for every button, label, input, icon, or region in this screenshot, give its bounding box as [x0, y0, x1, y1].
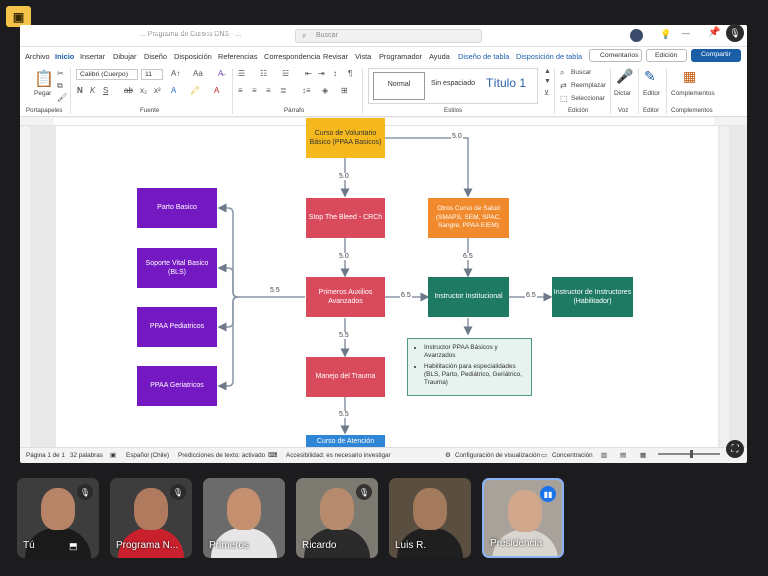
participant-name: Programa N...	[116, 540, 179, 551]
instructor-notes-box: Instructor PPAA Básicos y Avanzados Habi…	[407, 338, 532, 396]
node-primeros-auxilios[interactable]: Primeros Auxilios Avanzados	[306, 277, 385, 317]
participant-tile[interactable]: 🎙 Ricardo	[296, 478, 378, 558]
participant-name: Presidencia	[490, 538, 543, 549]
participant-tile[interactable]: 🎙 Programa N...	[110, 478, 192, 558]
web-layout-icon[interactable]: ▦	[640, 452, 646, 459]
status-page[interactable]: Página 1 de 1	[26, 452, 65, 459]
pin-icon[interactable]: 📌	[708, 27, 720, 38]
participant-face	[134, 488, 168, 530]
zoom-slider[interactable]	[658, 453, 720, 455]
node-curso-voluntario[interactable]: Curso de Voluntario Básico (PPAA Basicos…	[306, 118, 385, 158]
mic-off-icon[interactable]: 🎙	[726, 24, 744, 42]
read-mode-icon[interactable]: ▥	[601, 452, 607, 459]
print-layout-icon[interactable]: ▤	[620, 452, 626, 459]
note-item: Habilitación para especialidades (BLS, P…	[424, 363, 527, 388]
status-accessibility[interactable]: Accesibilidad: es necesario investigar	[286, 452, 391, 459]
participant-face	[508, 490, 542, 532]
zoom-slider-thumb[interactable]	[690, 450, 693, 458]
participant-face	[413, 488, 447, 530]
note-item: Instructor PPAA Básicos y Avanzados	[424, 344, 527, 361]
edge-label-trauma-atencion: 5.5	[338, 411, 350, 418]
node-ppaa-pediatricos[interactable]: PPAA Pediatricos	[137, 307, 217, 347]
participant-name: Tú	[23, 540, 35, 551]
fullscreen-icon[interactable]: ⛶	[726, 440, 744, 458]
participant-tile[interactable]: ▮▮ Presidencia	[482, 478, 564, 558]
diagram-connectors	[217, 137, 553, 435]
node-otros-cursos[interactable]: Otros Curso de Salud (SMAPS, SEM, SPAC, …	[428, 198, 509, 238]
display-settings-icon[interactable]: ⚙	[445, 452, 451, 459]
focus-icon[interactable]: ▭	[541, 452, 547, 459]
edge-label-primeros-trauma: 5.5	[338, 332, 350, 339]
participant-name: Ricardo	[302, 540, 337, 551]
edge-label-vol-stop: 5.0	[338, 173, 350, 180]
status-bar: Página 1 de 1 32 palabras ▣ Español (Chi…	[20, 447, 747, 461]
edge-label-instructor-instructores: 6.5	[525, 292, 537, 299]
status-words[interactable]: 32 palabras	[70, 452, 103, 459]
shared-screen: ... Programa de Cursos DNS - ... ⌕ Busca…	[20, 25, 747, 463]
edge-label-stop-primeros: 5.0	[338, 253, 350, 260]
edge-label-otros-instructor: 6.5	[462, 253, 474, 260]
node-soporte-vital[interactable]: Soporte Vital Basico (BLS)	[137, 248, 217, 288]
node-manejo-trauma[interactable]: Manejo del Trauma	[306, 357, 385, 397]
status-predictions[interactable]: Predicciones de texto: activado	[178, 452, 265, 459]
node-ppaa-geriatricos[interactable]: PPAA Geriatricos	[137, 366, 217, 406]
status-language[interactable]: Español (Chile)	[126, 452, 169, 459]
participant-name: Luis R.	[395, 540, 427, 551]
presenting-banner: Ricardo Cabrera está mostrando su pantal…	[28, 25, 244, 37]
participant-tile[interactable]: 🎙 Tú ⬒	[17, 478, 99, 558]
presenting-icon: ▣	[6, 6, 31, 27]
mic-off-icon: 🎙	[77, 484, 93, 500]
speaking-indicator-icon: ▮▮	[540, 486, 556, 502]
mic-off-icon: 🎙	[170, 484, 186, 500]
mic-off-icon: 🎙	[356, 484, 372, 500]
edge-label-primeros-left: 5.5	[269, 287, 281, 294]
edge-label-vol-otros: 5.0	[451, 133, 463, 140]
participant-face	[227, 488, 261, 530]
participant-tile[interactable]: Luis R.	[389, 478, 471, 558]
node-stop-the-bleed[interactable]: Stop The Bleed - CRCh	[306, 198, 385, 238]
edge-label-primeros-instructor: 6.5	[400, 292, 412, 299]
status-focus[interactable]: Concentración	[552, 452, 593, 459]
presenting-icon: ⬒	[69, 541, 78, 551]
participant-name: Primeros	[209, 540, 250, 551]
participant-tile[interactable]: Primeros	[203, 478, 285, 558]
node-instructor-instructores[interactable]: Instructor de Instructores (Habilitador)	[552, 277, 633, 317]
accessibility-icon[interactable]: ⌨	[268, 452, 277, 459]
node-parto-basico[interactable]: Parto Basico	[137, 188, 217, 228]
node-instructor-institucional[interactable]: Instructor Institucional	[428, 277, 509, 317]
participant-face	[320, 488, 354, 530]
node-curso-atencion[interactable]: Curso de Atención	[306, 435, 385, 447]
proofing-icon[interactable]: ▣	[110, 452, 116, 459]
status-display-settings[interactable]: Configuración de visualización	[455, 452, 540, 459]
participant-face	[41, 488, 75, 530]
